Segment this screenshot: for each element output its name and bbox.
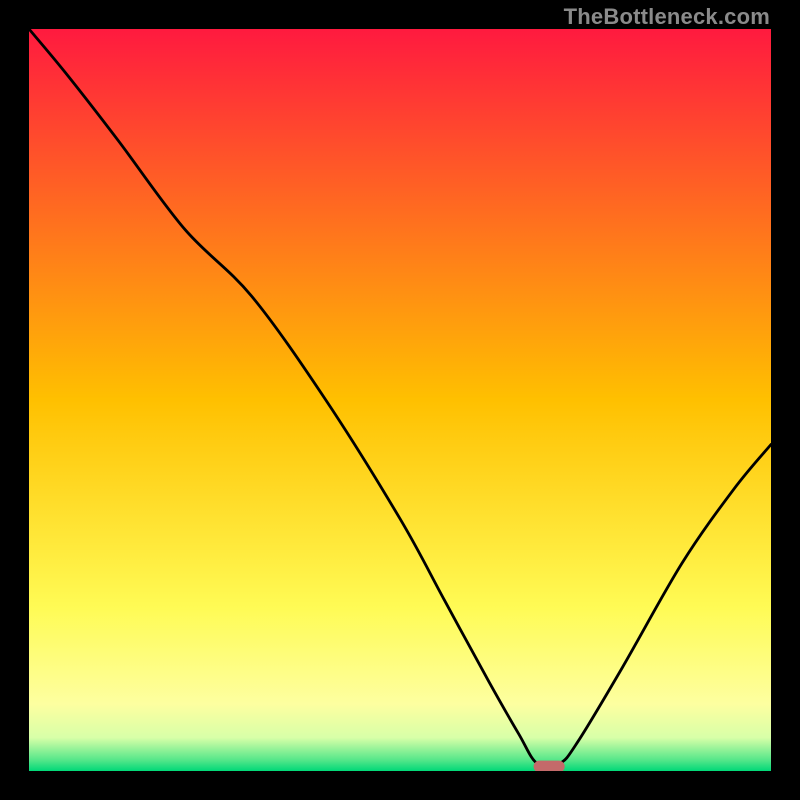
gradient-background: [29, 29, 771, 771]
chart-frame: TheBottleneck.com: [0, 0, 800, 800]
bottleneck-chart: [29, 29, 771, 771]
optimal-marker: [534, 761, 565, 771]
plot-area: [29, 29, 771, 771]
watermark-text: TheBottleneck.com: [564, 4, 770, 30]
